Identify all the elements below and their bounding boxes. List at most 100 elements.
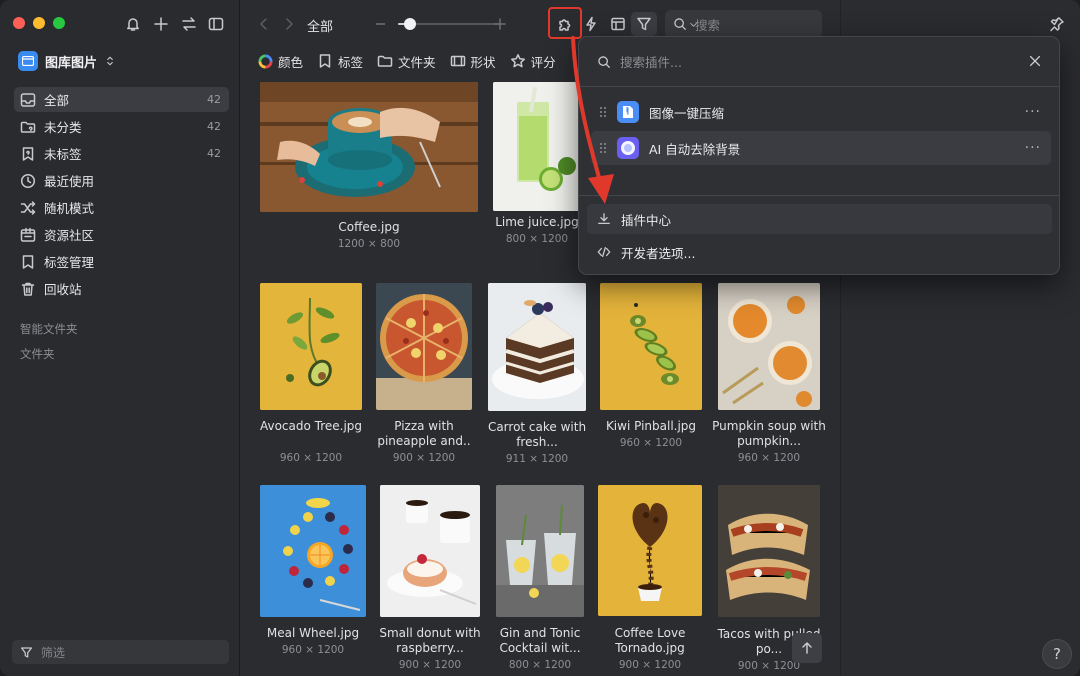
thumbnail-image[interactable] [600,283,702,410]
filter-placeholder: 筛选 [41,645,66,660]
sidebar-item-random[interactable]: 随机模式 [14,195,229,220]
inbox-icon [20,92,36,107]
sidebar-item-uncategorized[interactable]: 未分类 42 [14,114,229,139]
sidebar-item-recent[interactable]: 最近使用 [14,168,229,193]
file-dimensions: 960 × 1200 [281,644,345,656]
chevron-updown-icon [107,56,113,66]
more-options-icon[interactable]: ··· [1025,104,1041,120]
file-dimensions: 911 × 1200 [505,453,569,465]
plugin-label: AI 自动去除背景 [649,141,741,157]
notification-bell-icon[interactable] [122,13,144,35]
thumbnail-image[interactable] [718,485,820,617]
thumbnail-image[interactable] [598,485,702,616]
thumbnail-image[interactable] [376,283,472,410]
close-icon[interactable] [1028,54,1042,68]
color-wheel-icon [258,53,273,69]
file-dimensions: 960 × 1200 [619,437,683,449]
file-name: Coffee Love Tornado.jpg [614,626,686,655]
code-icon [597,246,611,258]
highlight-annotation [548,7,582,39]
thumbnail-image[interactable] [260,82,478,212]
plugin-center-menu-item[interactable]: 插件中心 [587,204,1052,234]
add-icon[interactable] [150,13,172,35]
folder-icon [377,55,393,67]
help-button[interactable]: ? [1042,639,1072,669]
thumbnail-image[interactable] [493,82,580,211]
sidebar-item-count: 42 [207,147,221,160]
plugin-item-remove-background[interactable]: AI 自动去除背景 ··· [591,131,1051,165]
file-name: Pizza with pineapple and.. [377,419,471,448]
thumbnail-image[interactable] [488,283,586,411]
file-dimensions: 900 × 1200 [618,659,682,671]
back-chevron-icon[interactable] [256,16,272,32]
filter-toggle-button[interactable] [631,12,657,36]
sidebar: 图库图片 全部 42 未分类 42 未标签 42 最近使用 随机模式 资源社区 … [0,0,240,676]
library-switcher[interactable]: 图库图片 [18,50,116,72]
toggle-sidebar-icon[interactable] [205,13,227,35]
sidebar-filter-input[interactable]: 筛选 [12,640,229,664]
library-name: 图库图片 [45,55,98,71]
annotation-arrow [571,36,614,204]
thumbnail-image[interactable] [718,283,820,410]
forward-chevron-icon[interactable] [281,16,297,32]
thumbnail-image[interactable] [260,283,362,410]
zoom-in-icon[interactable] [492,16,508,32]
shuffle-icon [20,200,36,215]
file-name: Carrot cake with fresh... [487,420,587,449]
chip-label: 形状 [470,54,496,70]
app-window: 图库图片 全部 42 未分类 42 未标签 42 最近使用 随机模式 资源社区 … [0,0,1080,676]
star-icon [510,54,525,68]
thumbnail-image[interactable] [260,485,366,617]
search-input[interactable]: 搜索 [665,10,822,38]
rating-filter-chip[interactable]: 评分 [510,52,556,71]
sidebar-item-all[interactable]: 全部 42 [14,87,229,112]
file-name: Meal Wheel.jpg [266,626,360,640]
thumbnail-image[interactable] [496,485,584,617]
arrow-up-icon [802,642,812,654]
minimize-window-button[interactable] [33,17,45,29]
chip-label: 文件夹 [398,54,436,70]
sidebar-item-label: 标签管理 [44,255,95,270]
more-options-icon[interactable]: ··· [1025,140,1041,156]
sidebar-item-label: 最近使用 [44,174,95,189]
plugin-item-compress[interactable]: 图像一键压缩 ··· [591,95,1051,129]
sidebar-item-untagged[interactable]: 未标签 42 [14,141,229,166]
divider [579,86,1059,87]
file-name: Gin and Tonic Cocktail wit... [499,626,581,655]
folder-filter-chip[interactable]: 文件夹 [377,52,436,71]
sidebar-item-tag-manager[interactable]: 标签管理 [14,249,229,274]
lightning-icon [586,16,596,32]
sidebar-item-trash[interactable]: 回收站 [14,276,229,301]
sidebar-item-community[interactable]: 资源社区 [14,222,229,247]
sidebar-item-label: 资源社区 [44,228,95,243]
bookmark-icon [319,54,331,68]
thumbnail-image[interactable] [380,485,480,617]
folders-heading[interactable]: 文件夹 [20,346,55,362]
zoom-slider[interactable] [376,16,506,32]
layout-button[interactable] [605,12,631,36]
filter-icon [21,646,32,658]
sync-arrows-icon[interactable] [178,13,200,35]
community-icon [20,227,36,242]
scroll-to-top-button[interactable] [792,633,822,663]
chevron-down-icon [690,22,697,27]
tag-filter-chip[interactable]: 标签 [317,52,363,71]
smart-folders-heading[interactable]: 智能文件夹 [20,321,78,337]
search-placeholder: 搜索 [695,17,721,33]
sidebar-item-label: 全部 [44,93,70,108]
trash-icon [21,282,35,296]
pin-icon[interactable] [1049,16,1065,32]
file-dimensions: 900 × 1200 [398,659,462,671]
clock-icon [20,173,36,188]
close-window-button[interactable] [13,17,25,29]
layout-icon [611,17,625,31]
zoom-window-button[interactable] [53,17,65,29]
developer-options-menu-item[interactable]: 开发者选项... [587,237,1052,267]
shape-filter-chip[interactable]: 形状 [450,52,496,71]
bookmark-icon [22,254,34,269]
sidebar-item-count: 42 [207,93,221,106]
breadcrumb: 全部 [307,20,334,35]
sidebar-item-label: 未标签 [44,147,82,162]
chip-label: 颜色 [278,54,304,70]
color-filter-chip[interactable]: 颜色 [258,52,303,71]
